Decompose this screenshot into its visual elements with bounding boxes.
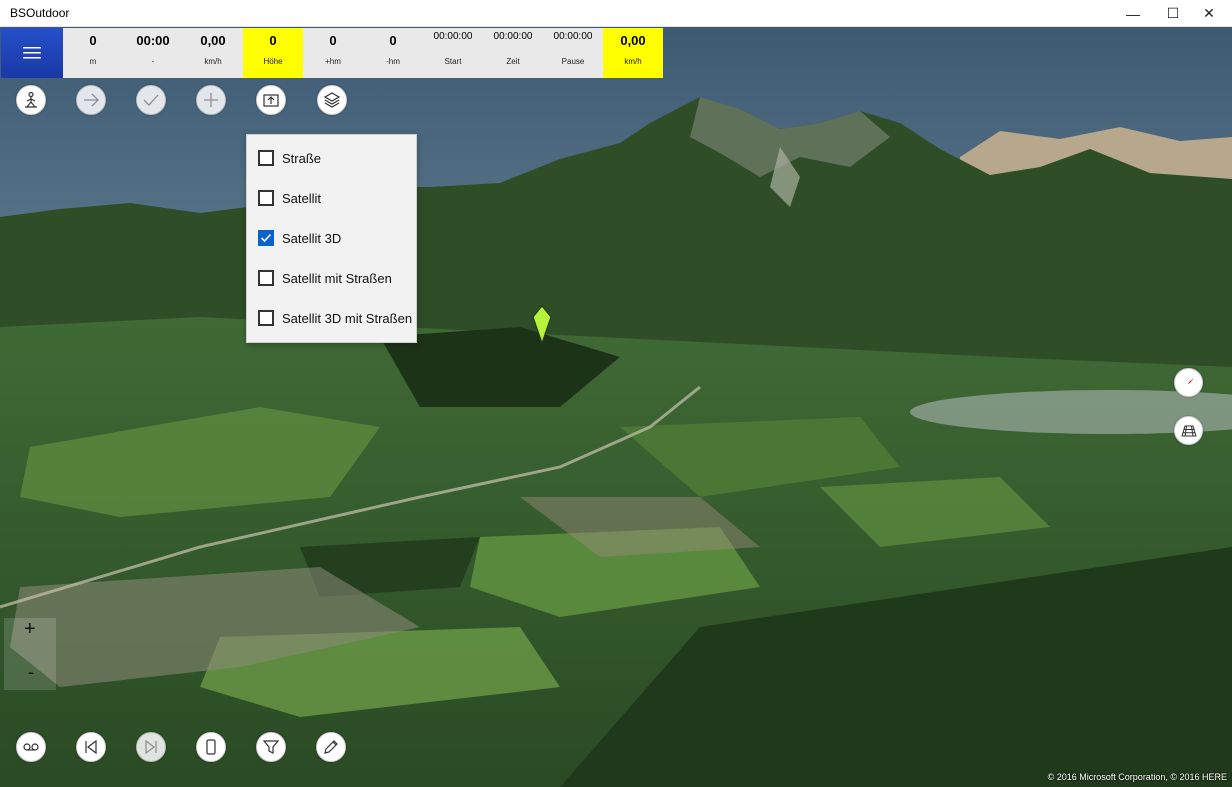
stat-value: 00:00:00	[493, 31, 533, 42]
stat-value: 00:00:00	[553, 31, 593, 42]
layers-icon	[323, 92, 341, 108]
stat-value: 0,00	[620, 33, 646, 48]
stat-unit: Höhe	[263, 57, 283, 66]
checkbox-checked[interactable]	[258, 230, 274, 246]
compass-icon	[1183, 377, 1194, 388]
stat-unit: Start	[444, 57, 462, 66]
layer-option-satellit-3d[interactable]: Satellit 3D	[247, 218, 418, 258]
stat-value: 0	[89, 33, 97, 48]
stat-pause: 00:00:00 Pause	[543, 28, 603, 78]
voicemail-icon	[23, 743, 39, 751]
filter-icon	[262, 740, 280, 754]
stat-ascent: 0 +hm	[303, 28, 363, 78]
layer-option-label: Satellit	[282, 190, 322, 206]
checkbox[interactable]	[258, 310, 274, 326]
check-icon	[260, 233, 272, 243]
checkbox[interactable]	[258, 150, 274, 166]
layer-option-label: Satellit mit Straßen	[282, 270, 392, 286]
stat-unit: km/h	[204, 57, 222, 66]
maximize-icon: ☐	[1166, 5, 1180, 21]
satellite-3d-terrain	[0, 27, 1232, 787]
navigate-button[interactable]	[76, 85, 106, 115]
next-button[interactable]	[136, 732, 166, 762]
device-button[interactable]	[196, 732, 226, 762]
stat-unit: Pause	[561, 57, 585, 66]
stat-value: 0	[389, 33, 397, 48]
hamburger-icon	[23, 47, 41, 59]
hiker-icon	[25, 91, 37, 108]
stat-value: 00:00	[136, 33, 170, 48]
filter-button[interactable]	[256, 732, 286, 762]
close-icon: ✕	[1203, 5, 1215, 21]
map-layers-menu: Straße Satellit Satellit 3D Satellit mit…	[246, 134, 417, 343]
layer-option-label: Straße	[282, 150, 322, 166]
zoom-out-button[interactable]: -	[28, 662, 34, 683]
plus-icon	[204, 93, 218, 107]
stat-unit: Zeit	[506, 57, 520, 66]
stat-start: 00:00:00 Start	[423, 28, 483, 78]
add-waypoint-button[interactable]	[196, 85, 226, 115]
compass-button[interactable]	[1174, 368, 1203, 397]
edit-button[interactable]	[316, 732, 346, 762]
layer-option-satellit[interactable]: Satellit	[247, 178, 418, 218]
stat-unit: -	[151, 57, 155, 66]
stat-duration: 00:00 -	[123, 28, 183, 78]
previous-button[interactable]	[76, 732, 106, 762]
pencil-icon	[324, 740, 338, 754]
minimize-icon: —	[1126, 5, 1140, 22]
stat-altitude: 0 Höhe	[243, 28, 303, 78]
stat-current-speed: 0,00 km/h	[603, 28, 663, 78]
voice-record-button[interactable]	[16, 732, 46, 762]
share-button[interactable]	[256, 85, 286, 115]
layer-option-satellit-3d-mit-strassen[interactable]: Satellit 3D mit Straßen	[247, 298, 418, 338]
checkbox[interactable]	[258, 270, 274, 286]
layer-option-label: Satellit 3D mit Straßen	[282, 310, 413, 326]
stat-distance: 0m	[63, 28, 123, 78]
window-title: BSOutdoor	[10, 6, 70, 20]
zoom-control: + -	[4, 618, 56, 690]
stat-unit: m	[89, 57, 97, 66]
hamburger-menu-button[interactable]	[1, 28, 63, 78]
arrow-right-icon	[84, 93, 99, 107]
skip-next-icon	[145, 739, 157, 755]
location-marker-icon[interactable]	[531, 305, 553, 345]
grid-tilt-icon	[1180, 425, 1197, 436]
map-view[interactable]	[0, 27, 1232, 787]
tilt-grid-button[interactable]	[1174, 416, 1203, 445]
layer-option-strasse[interactable]: Straße	[247, 138, 418, 178]
layers-button[interactable]	[317, 85, 347, 115]
stat-unit: +hm	[325, 57, 341, 66]
layer-option-satellit-mit-strassen[interactable]: Satellit mit Straßen	[247, 258, 418, 298]
map-copyright: © 2016 Microsoft Corporation, © 2016 HER…	[1047, 772, 1227, 782]
stat-unit: -hm	[386, 57, 400, 66]
zoom-in-button[interactable]: +	[24, 618, 36, 641]
stat-unit: km/h	[624, 57, 642, 66]
close-button[interactable]: ✕	[1186, 0, 1232, 27]
stat-descent: 0 -hm	[363, 28, 423, 78]
stat-value: 0	[269, 33, 277, 48]
skip-previous-icon	[85, 739, 97, 755]
title-bar: BSOutdoor — ☐ ✕	[0, 0, 1232, 27]
stat-value: 0	[329, 33, 337, 48]
stats-bar: 0m 00:00- 0,00 km/h 0 Höhe 0 +hm 0 -hm 00:00…	[63, 28, 663, 78]
confirm-button[interactable]	[136, 85, 166, 115]
stat-speed: 0,00 km/h	[183, 28, 243, 78]
checkmark-icon	[143, 94, 159, 106]
stat-value: 0,00	[200, 33, 226, 48]
checkbox[interactable]	[258, 190, 274, 206]
layer-option-label: Satellit 3D	[282, 230, 342, 246]
stat-value: 00:00:00	[433, 31, 473, 42]
stat-time: 00:00:00 Zeit	[483, 28, 543, 78]
upload-screen-icon	[263, 94, 279, 107]
tracking-button[interactable]	[16, 85, 46, 115]
phone-device-icon	[206, 739, 216, 755]
